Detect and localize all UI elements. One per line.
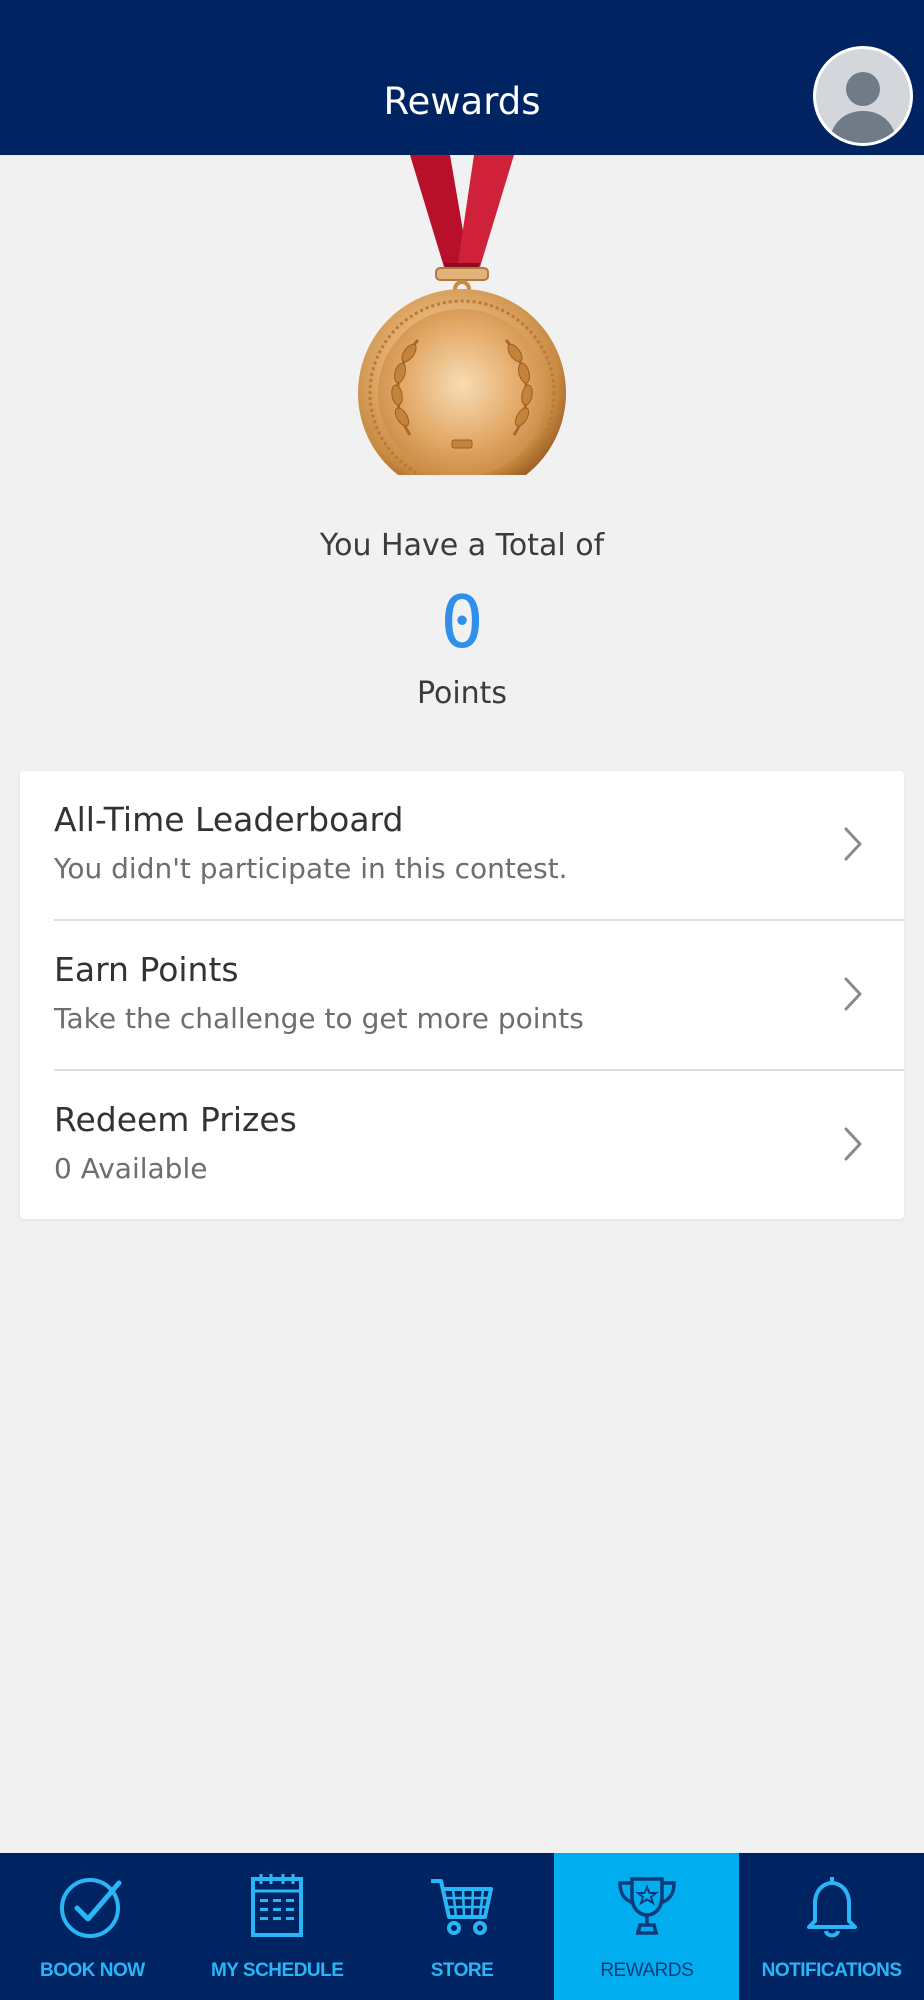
cart-icon: [430, 1879, 493, 1935]
menu-item-subtitle: Take the challenge to get more points: [54, 1002, 584, 1035]
tab-label: REWARDS: [600, 1960, 694, 1981]
menu-item-subtitle: 0 Available: [54, 1152, 208, 1185]
menu-item-subtitle: You didn't participate in this contest.: [54, 852, 568, 885]
tab-label: STORE: [430, 1960, 494, 1981]
tab-label: BOOK NOW: [40, 1960, 145, 1981]
tab-label: MY SCHEDULE: [210, 1960, 344, 1981]
tab-store[interactable]: STORE: [370, 1853, 555, 2000]
points-unit: Points: [416, 676, 508, 711]
avatar[interactable]: [813, 46, 913, 146]
check-circle-icon: [60, 1878, 122, 1938]
tab-label: NOTIFICATIONS: [761, 1960, 902, 1981]
medal-icon: [358, 155, 566, 475]
redeem-prizes-item[interactable]: Redeem Prizes 0 Available: [20, 1071, 904, 1221]
trophy-icon: [618, 1877, 676, 1935]
chevron-right-icon: [844, 977, 862, 1011]
tab-notifications[interactable]: NOTIFICATIONS: [739, 1853, 924, 2000]
chevron-right-icon: [844, 1127, 862, 1161]
user-icon: [828, 72, 898, 143]
page-title: Rewards: [383, 80, 541, 123]
tab-book-now[interactable]: BOOK NOW: [0, 1853, 185, 2000]
calendar-icon: [251, 1874, 304, 1937]
bell-icon: [806, 1877, 857, 1938]
bottom-tab-bar: BOOK NOW MY SCHEDULE STORE REWARDS NOTIF…: [0, 1853, 924, 2000]
menu-item-title: All-Time Leaderboard: [54, 800, 404, 839]
points-value: 0: [440, 580, 484, 664]
earn-points-item[interactable]: Earn Points Take the challenge to get mo…: [20, 921, 904, 1071]
app-header: Rewards: [0, 0, 924, 155]
total-label: You Have a Total of: [319, 528, 605, 563]
menu-item-title: Redeem Prizes: [54, 1100, 297, 1139]
leaderboard-item[interactable]: All-Time Leaderboard You didn't particip…: [20, 771, 904, 921]
tab-rewards[interactable]: REWARDS: [554, 1853, 740, 2000]
rewards-menu: All-Time Leaderboard You didn't particip…: [20, 771, 904, 1219]
menu-item-title: Earn Points: [54, 950, 239, 989]
chevron-right-icon: [844, 827, 862, 861]
tab-my-schedule[interactable]: MY SCHEDULE: [185, 1853, 370, 2000]
